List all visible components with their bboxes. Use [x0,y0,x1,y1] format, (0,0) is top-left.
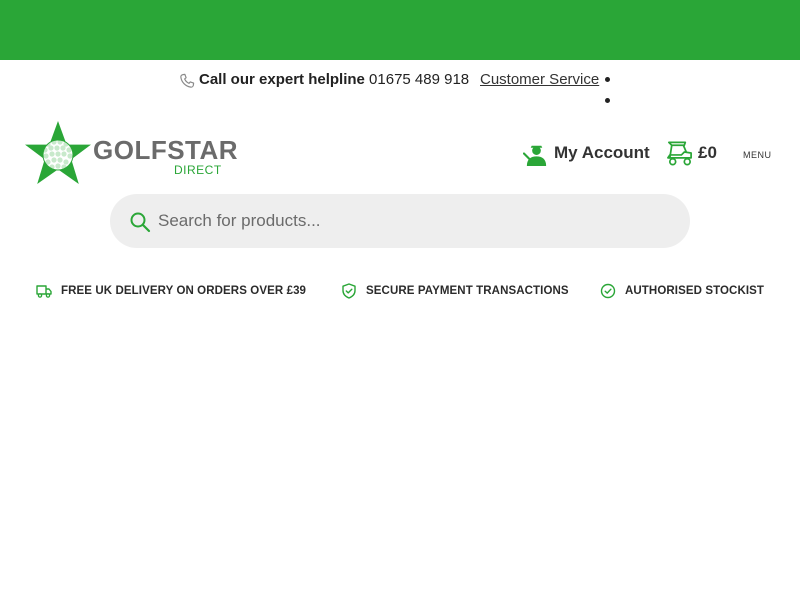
search-icon [130,212,151,233]
circle-check-icon [600,283,616,299]
usp-label: FREE UK DELIVERY ON ORDERS OVER £39 [61,285,307,297]
helpline-label: Call our expert helpline [199,71,365,88]
cart-button[interactable]: £0 [665,138,717,168]
search-bar[interactable] [110,194,690,248]
logo-subtitle: DIRECT [174,163,222,177]
helpline-bar: Call our expert helpline 01675 489 918 C… [0,60,800,100]
customer-service-link[interactable]: Customer Service [480,71,599,88]
menu-button[interactable]: MENU [743,150,772,160]
golfer-icon [523,145,547,166]
shield-check-icon [342,283,356,299]
usp-secure-payment: SECURE PAYMENT TRANSACTIONS [341,280,569,302]
helpline-text: Call our expert helpline 01675 489 918 [199,71,469,88]
search-input[interactable] [158,194,668,248]
usp-bar: FREE UK DELIVERY ON ORDERS OVER £39 SECU… [0,280,800,302]
usp-authorised-stockist: AUTHORISED STOCKIST [600,280,764,302]
logo-wordmark: GOLFSTAR [93,135,239,165]
list-bullet [605,98,610,103]
usp-label: AUTHORISED STOCKIST [625,285,765,297]
page: Call our expert helpline 01675 489 918 C… [0,0,800,600]
list-bullet [605,77,610,82]
usp-label: SECURE PAYMENT TRANSACTIONS [366,285,569,297]
cart-total: £0 [698,143,717,162]
my-account-label: My Account [554,143,650,162]
helpline-number[interactable]: 01675 489 918 [369,71,469,88]
golf-ball-star-icon [25,121,91,184]
truck-icon [36,285,52,298]
golf-cart-icon [667,141,692,166]
my-account-link[interactable]: My Account [523,138,650,168]
usp-free-delivery: FREE UK DELIVERY ON ORDERS OVER £39 [36,280,306,302]
top-promo-bar [0,0,800,60]
phone-icon [180,73,195,88]
golfstar-logo[interactable]: GOLFSTAR DIRECT [24,120,238,186]
